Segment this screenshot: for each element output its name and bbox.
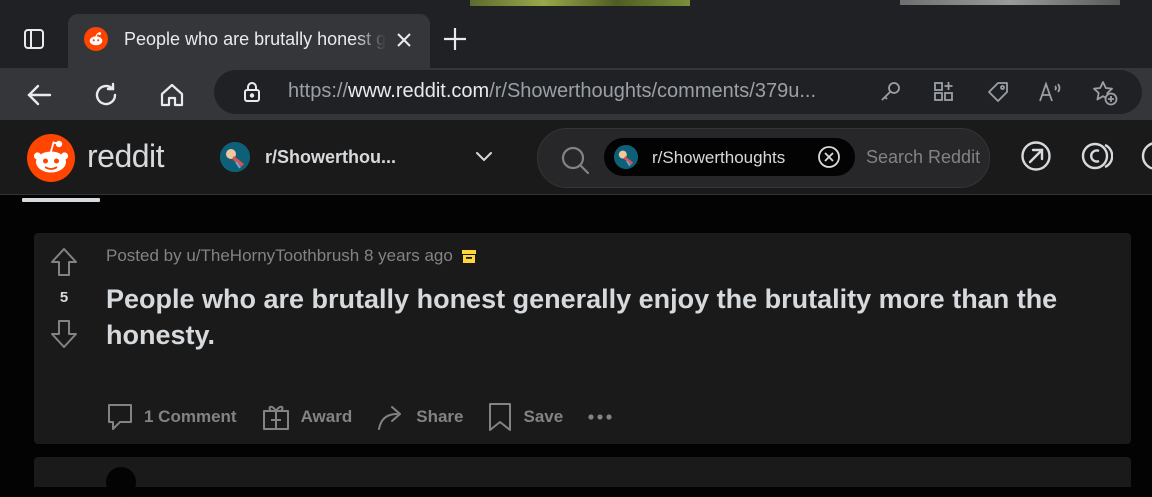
downvote-arrow-icon[interactable] [50,319,78,349]
chevron-down-icon[interactable] [474,146,494,166]
search-bar[interactable]: r/Showerthoughts [537,128,990,188]
search-scope-chip[interactable]: r/Showerthoughts [604,138,855,176]
vote-count: 5 [59,289,69,306]
browser-toolbar: https://www.reddit.com/r/Showerthoughts/… [0,68,1152,120]
post-card[interactable]: 5 Posted by u/TheHornyToothbrush 8 years… [34,233,1131,444]
new-tab-icon[interactable] [442,26,468,52]
more-options-icon[interactable] [587,413,613,421]
home-icon[interactable] [155,78,189,112]
search-icon [560,145,590,175]
apps-add-icon[interactable] [932,80,956,104]
archived-box-icon [461,248,477,264]
avatar [106,467,136,497]
add-favorite-icon[interactable] [1092,80,1118,106]
read-aloud-icon[interactable] [1038,80,1062,104]
subreddit-avatar-icon [220,142,250,172]
browser-tab-active[interactable]: People who are brutally honest generally… [68,14,430,68]
reddit-logo-icon[interactable] [27,134,75,182]
close-tab-icon[interactable] [394,30,414,50]
tab-title: People who are brutally honest generally… [124,29,386,49]
background-image-strip [470,0,690,6]
key-icon[interactable] [878,80,902,104]
tag-icon[interactable] [986,80,1010,104]
search-input[interactable] [866,147,986,168]
search-scope-label: r/Showerthoughts [652,148,786,167]
coins-icon[interactable] [1081,140,1114,172]
subreddit-avatar-icon [614,145,638,169]
upvote-arrow-icon[interactable] [50,247,78,277]
address-bar[interactable]: https://www.reddit.com/r/Showerthoughts/… [214,70,1142,114]
browser-tab-strip: People who are brutally honest generally… [0,0,1152,68]
save-label: Save [523,407,564,426]
background-image-strip-2 [900,0,1120,5]
back-arrow-icon[interactable] [22,78,56,112]
popular-arrow-icon[interactable] [1020,140,1052,172]
award-label: Award [300,407,353,426]
vote-column: 5 [34,233,94,444]
post-meta-text[interactable]: Posted by u/TheHornyToothbrush 8 years a… [106,246,453,266]
tab-actions-icon[interactable] [14,22,54,56]
reddit-wordmark[interactable]: reddit [87,138,165,175]
next-card [34,457,1131,497]
post-meta: Posted by u/TheHornyToothbrush 8 years a… [106,246,477,266]
reddit-header: reddit r/Showerthou... r/Showerthoughts [0,120,1152,195]
active-view-indicator [22,198,100,202]
award-button[interactable]: Award [261,402,353,432]
chat-icon[interactable] [1140,140,1152,172]
comments-label: 1 Comment [144,407,237,426]
post-actions: 1 Comment Award Share Save [106,399,613,435]
comments-button[interactable]: 1 Comment [106,402,237,432]
lock-icon[interactable] [240,80,264,104]
reddit-favicon-icon [84,27,108,51]
clear-scope-icon[interactable] [818,146,840,168]
share-label: Share [416,407,464,426]
community-switcher[interactable]: r/Showerthou... [210,134,510,180]
share-button[interactable]: Share [376,402,463,432]
refresh-icon[interactable] [89,78,123,112]
url-text[interactable]: https://www.reddit.com/r/Showerthoughts/… [288,80,862,103]
save-button[interactable]: Save [487,402,563,432]
post-title[interactable]: People who are brutally honest generally… [106,281,1106,353]
community-name: r/Showerthou... [265,147,397,167]
